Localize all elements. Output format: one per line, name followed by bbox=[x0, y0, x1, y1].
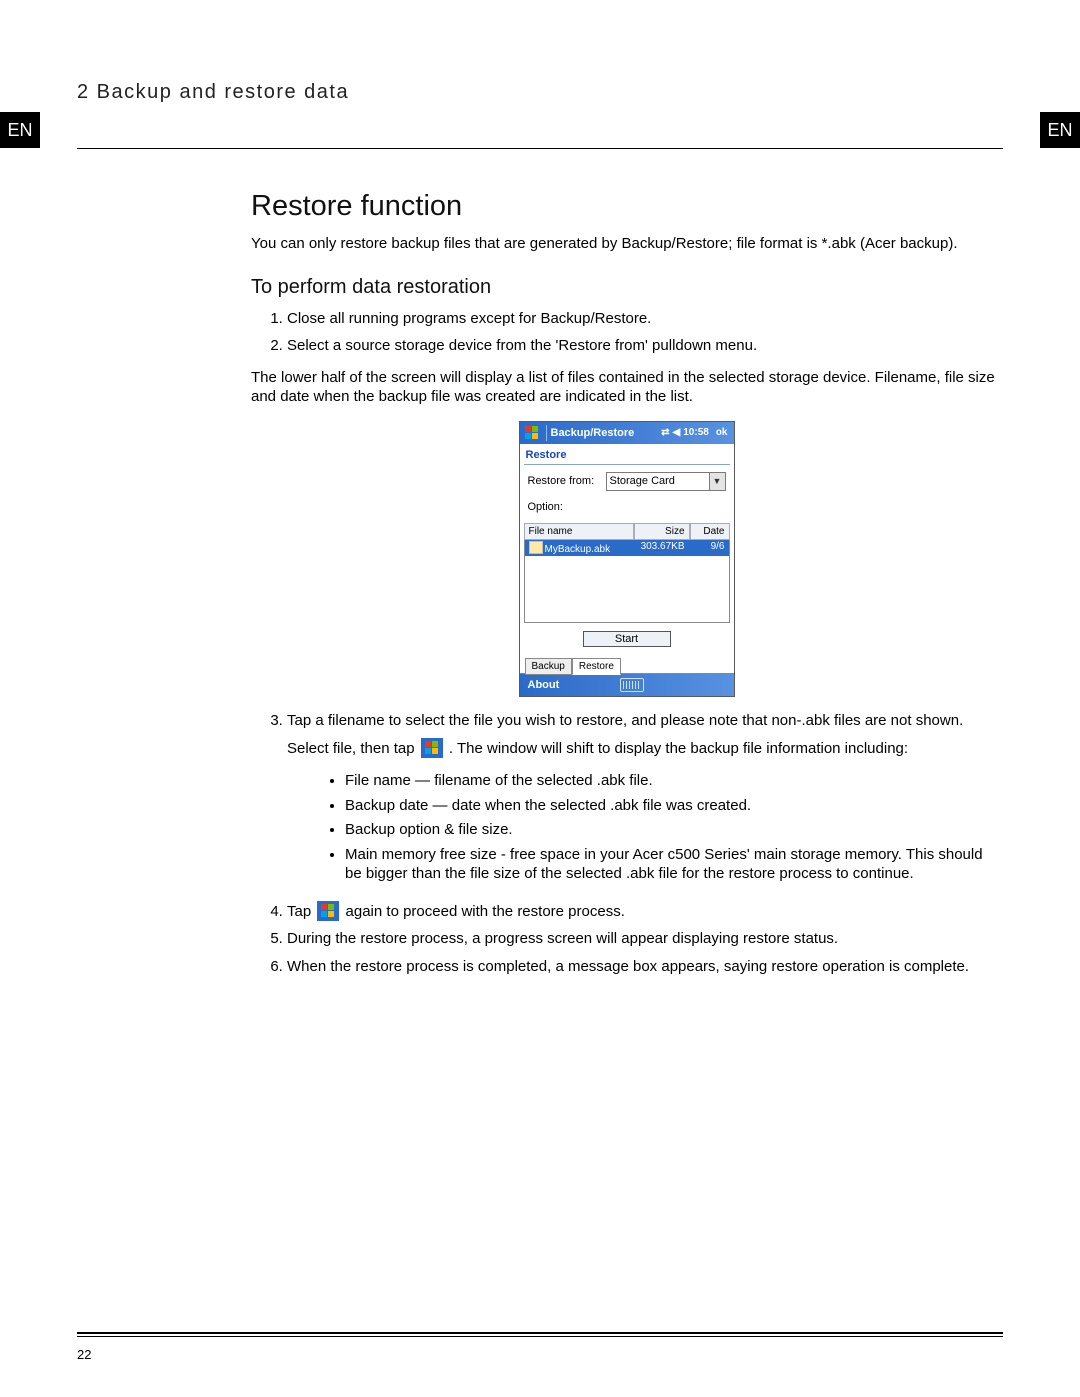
option-label: Option: bbox=[528, 501, 606, 513]
after-step-2-paragraph: The lower half of the screen will displa… bbox=[251, 368, 1000, 407]
step-3: Tap a filename to select the file you wi… bbox=[287, 707, 1000, 897]
connectivity-icon: ⇄ bbox=[661, 427, 669, 438]
title-separator bbox=[546, 425, 547, 441]
start-button-row: Start bbox=[520, 623, 734, 655]
page-number: 22 bbox=[77, 1347, 91, 1362]
step-5: During the restore process, a progress s… bbox=[287, 925, 1000, 953]
start-button[interactable]: Start bbox=[583, 631, 671, 647]
option-row: Option: bbox=[528, 501, 726, 513]
footer-rule-thin bbox=[77, 1336, 1003, 1337]
status-icons: ⇄ ◀ 10:58 ok bbox=[661, 427, 731, 438]
title-bar: Backup/Restore ⇄ ◀ 10:58 ok bbox=[520, 422, 734, 444]
ok-button[interactable]: ok bbox=[712, 427, 732, 438]
row-size: 303.67KB bbox=[633, 540, 689, 556]
intro-paragraph: You can only restore backup files that a… bbox=[251, 235, 1000, 254]
step-2: Select a source storage device from the … bbox=[287, 332, 1000, 360]
page: EN EN 2 Backup and restore data Restore … bbox=[0, 0, 1080, 1397]
bottom-bar: About bbox=[520, 674, 734, 696]
row-date: 9/6 bbox=[689, 540, 729, 556]
bottom-tabs: Backup Restore bbox=[520, 655, 734, 674]
tab-backup[interactable]: Backup bbox=[525, 658, 572, 675]
restore-from-label: Restore from: bbox=[528, 475, 606, 487]
section-heading: Restore function bbox=[251, 190, 1000, 223]
bullet-filename: File name — filename of the selected .ab… bbox=[345, 769, 1000, 794]
file-table: File name Size Date MyBackup.abk 303.67K… bbox=[524, 523, 730, 623]
restore-tab-label: Restore bbox=[520, 444, 734, 464]
file-icon bbox=[529, 541, 543, 554]
language-tab-right: EN bbox=[1040, 112, 1080, 148]
restore-from-dropdown[interactable]: Storage Card ▼ bbox=[606, 472, 726, 491]
header-date[interactable]: Date bbox=[690, 523, 730, 540]
app-title: Backup/Restore bbox=[551, 427, 662, 439]
row-filename: MyBackup.abk bbox=[525, 540, 633, 556]
content-area: Restore function You can only restore ba… bbox=[251, 190, 1000, 988]
step-1: Close all running programs except for Ba… bbox=[287, 305, 1000, 333]
step-3b: Select file, then tap . The window will … bbox=[287, 738, 1000, 759]
bullet-backup-date: Backup date — date when the selected .ab… bbox=[345, 794, 1000, 819]
step-6: When the restore process is completed, a… bbox=[287, 953, 1000, 981]
restore-from-row: Restore from: Storage Card ▼ bbox=[528, 472, 726, 491]
tab-restore[interactable]: Restore bbox=[572, 658, 621, 675]
chevron-down-icon[interactable]: ▼ bbox=[709, 473, 725, 490]
device-window: Backup/Restore ⇄ ◀ 10:58 ok Restore Rest… bbox=[519, 421, 735, 697]
file-table-header: File name Size Date bbox=[524, 523, 730, 540]
file-table-body: MyBackup.abk 303.67KB 9/6 bbox=[524, 540, 730, 623]
steps-list-top: Close all running programs except for Ba… bbox=[251, 305, 1000, 360]
volume-icon: ◀ bbox=[673, 427, 681, 438]
language-tab-left: EN bbox=[0, 112, 40, 148]
windows-start-icon-inline bbox=[421, 738, 443, 758]
bullet-option-size: Backup option & file size. bbox=[345, 818, 1000, 843]
steps-list-bottom: Tap a filename to select the file you wi… bbox=[251, 707, 1000, 980]
info-bullets: File name — filename of the selected .ab… bbox=[287, 769, 1000, 887]
windows-start-icon-inline-2 bbox=[317, 901, 339, 921]
about-button[interactable]: About bbox=[528, 679, 560, 691]
restore-from-value: Storage Card bbox=[610, 475, 675, 487]
keyboard-icon[interactable] bbox=[620, 678, 644, 692]
table-row[interactable]: MyBackup.abk 303.67KB 9/6 bbox=[525, 540, 729, 556]
sub-heading: To perform data restoration bbox=[251, 276, 1000, 299]
header-rule bbox=[77, 148, 1003, 149]
header-size[interactable]: Size bbox=[634, 523, 690, 540]
page-header: 2 Backup and restore data bbox=[77, 81, 349, 104]
clock-text: 10:58 bbox=[683, 427, 709, 438]
step-4: Tap again to proceed with the restore pr… bbox=[287, 897, 1000, 926]
screenshot-figure: Backup/Restore ⇄ ◀ 10:58 ok Restore Rest… bbox=[519, 421, 733, 697]
windows-start-icon[interactable] bbox=[522, 424, 542, 442]
form-area: Restore from: Storage Card ▼ Option: bbox=[520, 465, 734, 513]
header-filename[interactable]: File name bbox=[524, 523, 634, 540]
footer-rule bbox=[77, 1332, 1003, 1334]
bullet-memory: Main memory free size - free space in yo… bbox=[345, 843, 1000, 887]
